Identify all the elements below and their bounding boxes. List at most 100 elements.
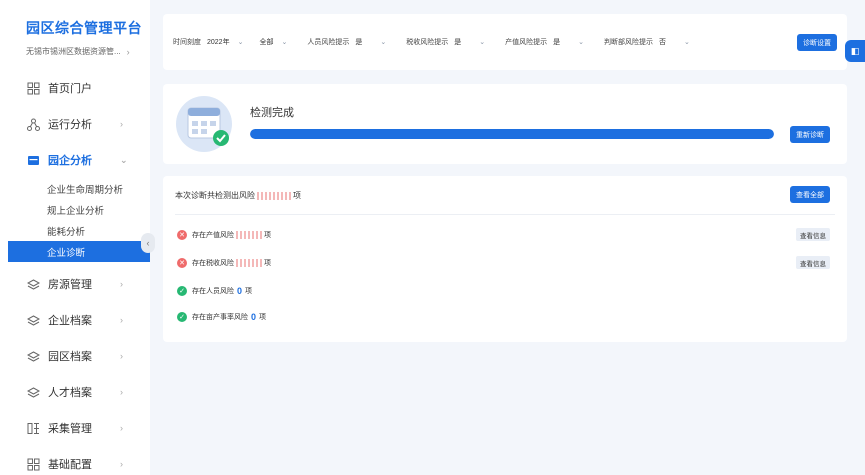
scope-select[interactable]: 全部 ⌄ (259, 33, 287, 51)
sidebar-item-label: 基础配置 (48, 459, 92, 471)
risk-row: ✓ 存在人员风险 0 项 (177, 284, 252, 298)
tax-risk-select[interactable]: 是 ⌄ (454, 33, 485, 51)
data-icon (26, 421, 41, 436)
rediagnose-button[interactable]: 重新诊断 (790, 126, 830, 143)
chevron-right-icon: › (120, 351, 123, 361)
error-icon: ✕ (177, 230, 187, 240)
check-icon: ✓ (177, 312, 187, 322)
judgement-risk-select[interactable]: 否 ⌄ (659, 33, 690, 51)
sidebar-item-label: 人才档案 (48, 387, 92, 399)
risk-row: ✕ 存在税收风险 项 (177, 256, 271, 270)
risk-text: 存在亩产事率风险 (192, 314, 248, 321)
detection-panel: 检测完成 重新诊断 (163, 84, 847, 164)
sidebar-collapse-button[interactable]: ‹ (141, 233, 155, 253)
risk-unit: 项 (264, 232, 271, 239)
view-detail-button[interactable]: 查看信息 (796, 228, 830, 241)
sidebar-item-park-archive[interactable]: 园区档案 › (0, 338, 150, 374)
chevron-right-icon: › (120, 387, 123, 397)
select-value: 否 (658, 39, 666, 46)
grid-icon (26, 457, 41, 472)
chevron-right-icon: › (120, 423, 123, 433)
results-panel: 本次诊断共检测出风险 项 查看全部 ✕ 存在产值风险 项 查看信息 ✕ 存在税收… (163, 176, 847, 342)
select-value: 全部 (259, 39, 274, 46)
select-value: 2022年 (207, 39, 230, 46)
year-select[interactable]: 2022年 ⌄ (207, 33, 243, 51)
view-all-button[interactable]: 查看全部 (790, 186, 830, 203)
detection-progress-bar (250, 129, 774, 139)
sidebar-item-label: 采集管理 (48, 423, 92, 435)
risk-unit: 项 (245, 288, 253, 295)
chevron-down-icon: ⌄ (281, 39, 288, 46)
diagnosis-settings-button[interactable]: 诊断设置 (797, 34, 837, 51)
summary-prefix: 本次诊断共检测出风险 (175, 191, 255, 200)
brand-title: 园区综合管理平台 (26, 20, 142, 36)
grid-icon (26, 81, 41, 96)
view-detail-button[interactable]: 查看信息 (796, 256, 830, 269)
layers-icon (26, 385, 41, 400)
chevron-right-icon: › (120, 459, 123, 469)
divider (175, 214, 835, 215)
risk-text: 存在税收风险 (192, 260, 234, 267)
redacted-count (236, 259, 262, 267)
sidebar-item-label: 园区档案 (48, 351, 92, 363)
chevron-down-icon: ⌄ (237, 39, 244, 46)
output-risk-select[interactable]: 是 ⌄ (553, 33, 584, 51)
org-selector[interactable]: 无锡市锡洲区数据资源管... › (26, 46, 150, 57)
sidebar-subitem-energy[interactable]: 能耗分析 (0, 220, 150, 241)
panel-toggle-icon[interactable]: ◧ (845, 40, 865, 62)
results-summary: 本次诊断共检测出风险 项 (175, 190, 301, 201)
chevron-down-icon: ⌄ (578, 39, 584, 46)
chevron-right-icon: › (126, 46, 130, 57)
sidebar-item-label: 企业档案 (48, 315, 92, 327)
sidebar-item-enterprise-analysis[interactable]: 园企分析 ⌄ (0, 142, 150, 178)
chevron-down-icon: ⌄ (479, 39, 486, 46)
sidebar-item-housing[interactable]: 房源管理 › (0, 266, 150, 302)
filter-label: 税收风险提示 (406, 39, 449, 46)
filter-label: 人员风险提示 (307, 39, 350, 46)
sidebar-item-enterprise-archive[interactable]: 企业档案 › (0, 302, 150, 338)
chevron-right-icon: › (120, 315, 123, 325)
chevron-right-icon: › (120, 119, 123, 129)
risk-count: 0 (251, 312, 257, 322)
layers-icon (26, 349, 41, 364)
risk-unit: 项 (259, 314, 267, 321)
detection-status-title: 检测完成 (250, 107, 294, 119)
folder-icon (26, 153, 41, 168)
network-icon (26, 117, 41, 132)
redacted-count (257, 191, 291, 200)
sidebar-subitem-diagnosis[interactable]: 企业诊断 (8, 241, 150, 262)
filter-label: 判断部风险提示 (603, 39, 653, 46)
sidebar-item-home[interactable]: 首页门户 (0, 70, 150, 106)
sidebar-subitem-above-scale[interactable]: 规上企业分析 (0, 199, 150, 220)
chevron-down-icon: ⌄ (120, 155, 128, 165)
brand: 园区综合管理平台 无锡市锡洲区数据资源管... › (0, 0, 150, 70)
select-value: 是 (553, 39, 561, 46)
summary-suffix: 项 (293, 191, 301, 200)
filter-label: 时间刻度 (173, 39, 201, 46)
chevron-down-icon: ⌄ (683, 39, 690, 46)
select-value: 是 (355, 39, 363, 46)
redacted-count (236, 231, 262, 239)
sidebar-item-collection[interactable]: 采集管理 › (0, 410, 150, 446)
personnel-risk-select[interactable]: 是 ⌄ (355, 33, 386, 51)
sidebar-item-base-config[interactable]: 基础配置 › (0, 446, 150, 475)
risk-row: ✓ 存在亩产事率风险 0 项 (177, 310, 266, 324)
sidebar-subitem-lifecycle[interactable]: 企业生命周期分析 (0, 178, 150, 199)
filter-label: 产值风险提示 (505, 39, 548, 46)
calendar-check-icon (176, 94, 236, 154)
chevron-right-icon: › (120, 279, 123, 289)
risk-text: 存在人员风险 (192, 288, 234, 295)
org-name: 无锡市锡洲区数据资源管... (26, 47, 121, 56)
risk-text: 存在产值风险 (192, 232, 234, 239)
layers-icon (26, 313, 41, 328)
layers-icon (26, 277, 41, 292)
sidebar: 园区综合管理平台 无锡市锡洲区数据资源管... › 首页门户 运行分析 › 园企… (0, 0, 150, 475)
filter-bar: 时间刻度 2022年 ⌄ 全部 ⌄ 人员风险提示 是 ⌄ 税收风险提示 是 ⌄ 产值风险… (163, 14, 847, 70)
check-icon: ✓ (177, 286, 187, 296)
chevron-down-icon: ⌄ (380, 39, 387, 46)
sidebar-item-label: 房源管理 (48, 279, 92, 291)
sidebar-item-operation[interactable]: 运行分析 › (0, 106, 150, 142)
sidebar-item-label: 运行分析 (48, 119, 92, 131)
sidebar-item-talent-archive[interactable]: 人才档案 › (0, 374, 150, 410)
sidebar-item-label: 首页门户 (48, 83, 92, 95)
